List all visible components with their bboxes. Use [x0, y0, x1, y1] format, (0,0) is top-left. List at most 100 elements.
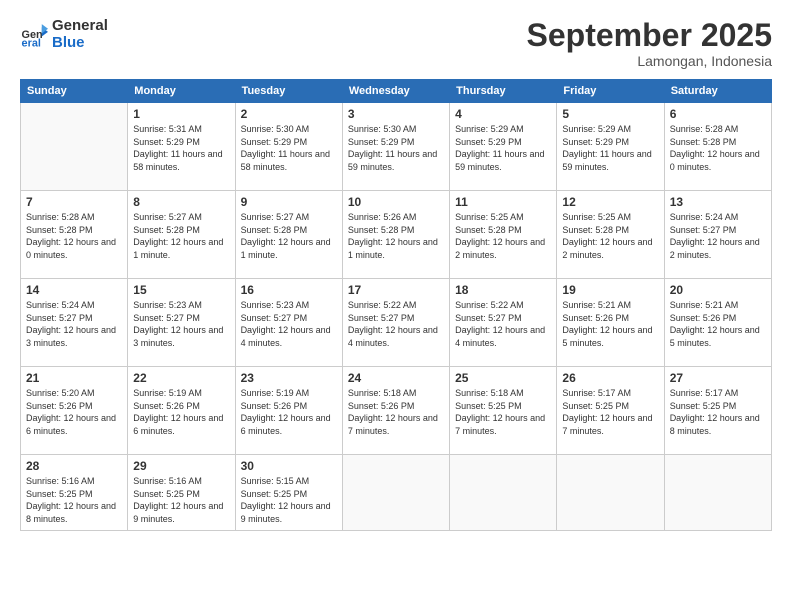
day-number: 22: [133, 371, 229, 385]
day-number: 30: [241, 459, 337, 473]
day-detail: Sunrise: 5:17 AM Sunset: 5:25 PM Dayligh…: [562, 387, 658, 437]
day-number: 15: [133, 283, 229, 297]
calendar-cell: 28 Sunrise: 5:16 AM Sunset: 5:25 PM Dayli…: [21, 455, 128, 530]
calendar-week-3: 14 Sunrise: 5:24 AM Sunset: 5:27 PM Dayli…: [21, 279, 772, 367]
day-detail: Sunrise: 5:21 AM Sunset: 5:26 PM Dayligh…: [562, 299, 658, 349]
logo: Gen eral General Blue: [20, 18, 108, 51]
day-detail: Sunrise: 5:30 AM Sunset: 5:29 PM Dayligh…: [241, 123, 337, 173]
day-detail: Sunrise: 5:18 AM Sunset: 5:26 PM Dayligh…: [348, 387, 444, 437]
calendar-cell: 23 Sunrise: 5:19 AM Sunset: 5:26 PM Dayli…: [235, 367, 342, 455]
calendar-week-5: 28 Sunrise: 5:16 AM Sunset: 5:25 PM Dayli…: [21, 455, 772, 530]
header-monday: Monday: [128, 80, 235, 103]
day-detail: Sunrise: 5:23 AM Sunset: 5:27 PM Dayligh…: [133, 299, 229, 349]
day-detail: Sunrise: 5:22 AM Sunset: 5:27 PM Dayligh…: [348, 299, 444, 349]
calendar-cell: 6 Sunrise: 5:28 AM Sunset: 5:28 PM Daylig…: [664, 103, 771, 191]
calendar-table: SundayMondayTuesdayWednesdayThursdayFrid…: [20, 79, 772, 530]
day-detail: Sunrise: 5:16 AM Sunset: 5:25 PM Dayligh…: [133, 475, 229, 525]
calendar-cell: 9 Sunrise: 5:27 AM Sunset: 5:28 PM Daylig…: [235, 191, 342, 279]
day-detail: Sunrise: 5:30 AM Sunset: 5:29 PM Dayligh…: [348, 123, 444, 173]
day-detail: Sunrise: 5:15 AM Sunset: 5:25 PM Dayligh…: [241, 475, 337, 525]
day-detail: Sunrise: 5:24 AM Sunset: 5:27 PM Dayligh…: [670, 211, 766, 261]
day-number: 6: [670, 107, 766, 121]
calendar-cell: 26 Sunrise: 5:17 AM Sunset: 5:25 PM Dayli…: [557, 367, 664, 455]
title-area: September 2025 Lamongan, Indonesia: [527, 18, 772, 69]
day-number: 12: [562, 195, 658, 209]
logo-general-text: General: [52, 18, 108, 35]
calendar-cell: 7Sunrise: 5:28 AM Sunset: 5:28 PM Daylig…: [21, 191, 128, 279]
calendar-cell: 20Sunrise: 5:21 AM Sunset: 5:26 PM Dayli…: [664, 279, 771, 367]
day-number: 10: [348, 195, 444, 209]
day-number: 18: [455, 283, 551, 297]
day-detail: Sunrise: 5:23 AM Sunset: 5:27 PM Dayligh…: [241, 299, 337, 349]
day-number: 29: [133, 459, 229, 473]
calendar-cell: 19 Sunrise: 5:21 AM Sunset: 5:26 PM Dayli…: [557, 279, 664, 367]
logo-icon: Gen eral: [20, 21, 48, 49]
calendar-cell: 14 Sunrise: 5:24 AM Sunset: 5:27 PM Dayli…: [21, 279, 128, 367]
subtitle: Lamongan, Indonesia: [527, 53, 772, 69]
day-number: 21: [26, 371, 122, 385]
calendar-week-4: 21 Sunrise: 5:20 AM Sunset: 5:26 PM Dayli…: [21, 367, 772, 455]
month-title: September 2025: [527, 18, 772, 53]
calendar-cell: 5Sunrise: 5:29 AM Sunset: 5:29 PM Daylig…: [557, 103, 664, 191]
calendar-cell: 15 Sunrise: 5:23 AM Sunset: 5:27 PM Dayli…: [128, 279, 235, 367]
calendar-cell: 10 Sunrise: 5:26 AM Sunset: 5:28 PM Dayli…: [342, 191, 449, 279]
calendar-cell: 17Sunrise: 5:22 AM Sunset: 5:27 PM Dayli…: [342, 279, 449, 367]
day-detail: Sunrise: 5:17 AM Sunset: 5:25 PM Dayligh…: [670, 387, 766, 437]
calendar-cell: [664, 455, 771, 530]
day-number: 26: [562, 371, 658, 385]
day-number: 19: [562, 283, 658, 297]
day-number: 14: [26, 283, 122, 297]
day-number: 3: [348, 107, 444, 121]
day-detail: Sunrise: 5:27 AM Sunset: 5:28 PM Dayligh…: [241, 211, 337, 261]
day-number: 7: [26, 195, 122, 209]
day-detail: Sunrise: 5:24 AM Sunset: 5:27 PM Dayligh…: [26, 299, 122, 349]
day-number: 9: [241, 195, 337, 209]
day-detail: Sunrise: 5:26 AM Sunset: 5:28 PM Dayligh…: [348, 211, 444, 261]
calendar-cell: 3 Sunrise: 5:30 AM Sunset: 5:29 PM Daylig…: [342, 103, 449, 191]
calendar-week-2: 7Sunrise: 5:28 AM Sunset: 5:28 PM Daylig…: [21, 191, 772, 279]
calendar-cell: 21 Sunrise: 5:20 AM Sunset: 5:26 PM Dayli…: [21, 367, 128, 455]
logo-blue-text: Blue: [52, 35, 108, 52]
calendar-cell: 4Sunrise: 5:29 AM Sunset: 5:29 PM Daylig…: [450, 103, 557, 191]
calendar-cell: 13 Sunrise: 5:24 AM Sunset: 5:27 PM Dayli…: [664, 191, 771, 279]
header-friday: Friday: [557, 80, 664, 103]
calendar-cell: [21, 103, 128, 191]
day-number: 4: [455, 107, 551, 121]
calendar-cell: 1 Sunrise: 5:31 AM Sunset: 5:29 PM Daylig…: [128, 103, 235, 191]
calendar-cell: 25 Sunrise: 5:18 AM Sunset: 5:25 PM Dayli…: [450, 367, 557, 455]
day-number: 8: [133, 195, 229, 209]
day-number: 11: [455, 195, 551, 209]
calendar-header-row: SundayMondayTuesdayWednesdayThursdayFrid…: [21, 80, 772, 103]
day-detail: Sunrise: 5:20 AM Sunset: 5:26 PM Dayligh…: [26, 387, 122, 437]
calendar-cell: 8 Sunrise: 5:27 AM Sunset: 5:28 PM Daylig…: [128, 191, 235, 279]
calendar-cell: 18 Sunrise: 5:22 AM Sunset: 5:27 PM Dayli…: [450, 279, 557, 367]
day-number: 25: [455, 371, 551, 385]
header-wednesday: Wednesday: [342, 80, 449, 103]
header-tuesday: Tuesday: [235, 80, 342, 103]
calendar-cell: 24 Sunrise: 5:18 AM Sunset: 5:26 PM Dayli…: [342, 367, 449, 455]
calendar-cell: 22Sunrise: 5:19 AM Sunset: 5:26 PM Dayli…: [128, 367, 235, 455]
calendar-cell: 16 Sunrise: 5:23 AM Sunset: 5:27 PM Dayli…: [235, 279, 342, 367]
day-number: 24: [348, 371, 444, 385]
day-detail: Sunrise: 5:27 AM Sunset: 5:28 PM Dayligh…: [133, 211, 229, 261]
header-thursday: Thursday: [450, 80, 557, 103]
day-detail: Sunrise: 5:19 AM Sunset: 5:26 PM Dayligh…: [241, 387, 337, 437]
day-number: 23: [241, 371, 337, 385]
day-number: 20: [670, 283, 766, 297]
day-detail: Sunrise: 5:16 AM Sunset: 5:25 PM Dayligh…: [26, 475, 122, 525]
calendar-week-1: 1 Sunrise: 5:31 AM Sunset: 5:29 PM Daylig…: [21, 103, 772, 191]
day-number: 27: [670, 371, 766, 385]
day-detail: Sunrise: 5:22 AM Sunset: 5:27 PM Dayligh…: [455, 299, 551, 349]
day-detail: Sunrise: 5:18 AM Sunset: 5:25 PM Dayligh…: [455, 387, 551, 437]
calendar-cell: 27 Sunrise: 5:17 AM Sunset: 5:25 PM Dayli…: [664, 367, 771, 455]
day-number: 28: [26, 459, 122, 473]
day-detail: Sunrise: 5:28 AM Sunset: 5:28 PM Dayligh…: [670, 123, 766, 173]
header-saturday: Saturday: [664, 80, 771, 103]
day-number: 16: [241, 283, 337, 297]
day-detail: Sunrise: 5:29 AM Sunset: 5:29 PM Dayligh…: [562, 123, 658, 173]
day-number: 13: [670, 195, 766, 209]
calendar-cell: [557, 455, 664, 530]
day-detail: Sunrise: 5:31 AM Sunset: 5:29 PM Dayligh…: [133, 123, 229, 173]
calendar-cell: 11Sunrise: 5:25 AM Sunset: 5:28 PM Dayli…: [450, 191, 557, 279]
day-number: 1: [133, 107, 229, 121]
